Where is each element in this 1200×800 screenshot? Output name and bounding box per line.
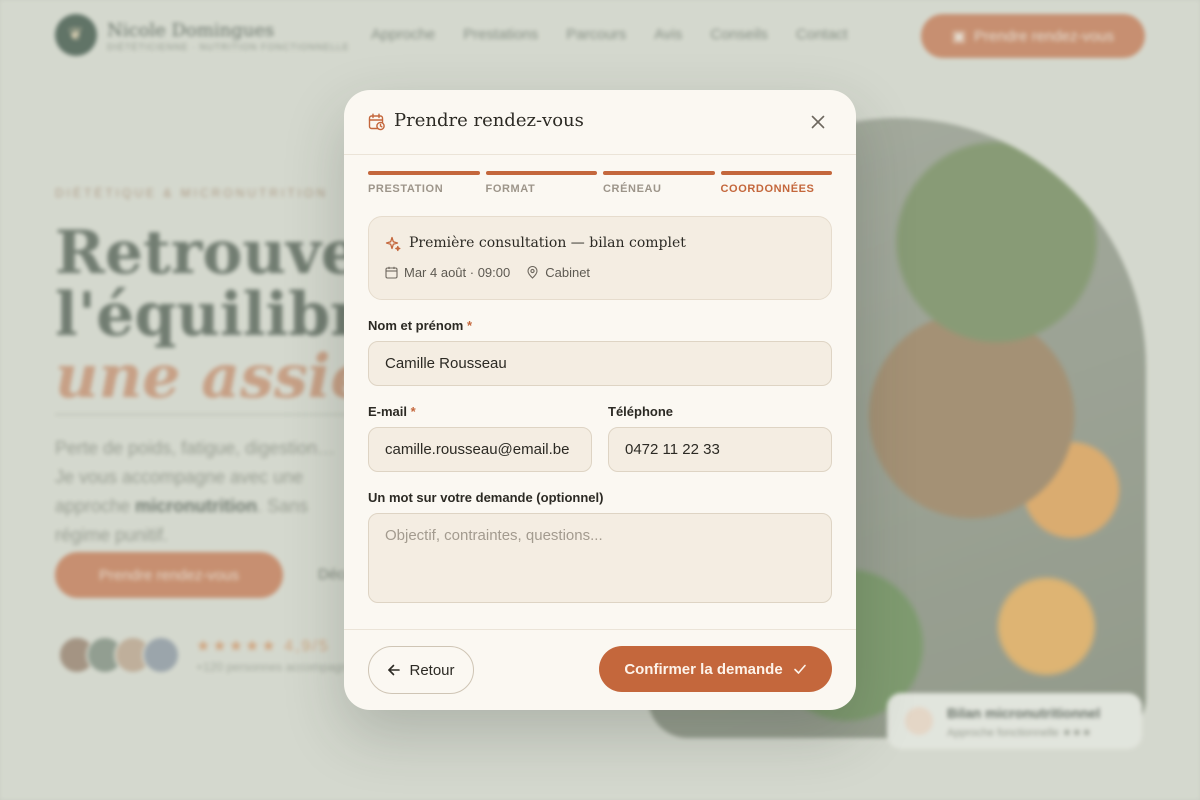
close-icon[interactable] — [808, 112, 828, 132]
step-creneau[interactable]: CRÉNEAU — [603, 171, 715, 195]
step-format[interactable]: FORMAT — [485, 171, 597, 195]
name-label-text: Nom et prénom — [368, 318, 464, 333]
back-button[interactable]: Retour — [368, 646, 474, 694]
booking-summary-card: Première consultation — bilan complet Ma… — [368, 216, 832, 300]
confirm-button-label: Confirmer la demande — [624, 660, 783, 678]
step-label: COORDONNÉES — [720, 183, 815, 195]
booking-modal: Prendre rendez-vous PRESTATION FORMAT CR… — [344, 90, 856, 710]
sparkle-icon — [385, 236, 401, 252]
arrow-left-icon — [388, 664, 401, 676]
step-progress-bar — [603, 171, 715, 175]
phone-input[interactable] — [608, 427, 832, 472]
step-prestation[interactable]: PRESTATION — [368, 171, 480, 195]
message-field-label: Un mot sur votre demande (optionnel) — [368, 490, 604, 505]
required-marker: * — [410, 404, 416, 419]
map-pin-icon — [527, 266, 538, 279]
step-progress-bar — [720, 171, 832, 175]
phone-field-label: Téléphone — [608, 404, 673, 419]
summary-meta: Mar 4 août · 09:00 Cabinet — [385, 265, 590, 280]
email-label-text: E-mail — [368, 404, 408, 419]
name-field-label: Nom et prénom * — [368, 318, 472, 333]
modal-header: Prendre rendez-vous — [344, 90, 856, 155]
step-progress-bar — [368, 171, 480, 175]
message-textarea[interactable] — [368, 513, 832, 603]
email-field-label: E-mail * — [368, 404, 416, 419]
booking-stepper: PRESTATION FORMAT CRÉNEAU COORDONNÉES — [368, 171, 832, 195]
summary-date-time: Mar 4 août · 09:00 — [404, 265, 511, 280]
back-button-label: Retour — [409, 661, 455, 679]
email-input[interactable] — [368, 427, 592, 472]
calendar-clock-icon — [368, 113, 385, 131]
step-label: CRÉNEAU — [603, 183, 662, 195]
check-icon — [793, 664, 806, 674]
summary-location: Cabinet — [545, 265, 591, 280]
required-marker: * — [466, 318, 473, 333]
modal-footer: Retour Confirmer la demande — [344, 629, 856, 710]
calendar-icon — [385, 266, 398, 279]
step-progress-bar — [485, 171, 597, 175]
confirm-button[interactable]: Confirmer la demande — [599, 646, 832, 692]
step-label: FORMAT — [485, 183, 536, 195]
modal-title: Prendre rendez-vous — [394, 110, 584, 131]
step-coordonnees[interactable]: COORDONNÉES — [720, 171, 832, 195]
name-input[interactable] — [368, 341, 832, 386]
step-label: PRESTATION — [368, 183, 444, 195]
phone-label-text: Téléphone — [608, 404, 674, 419]
summary-service-title: Première consultation — bilan complet — [409, 235, 686, 251]
